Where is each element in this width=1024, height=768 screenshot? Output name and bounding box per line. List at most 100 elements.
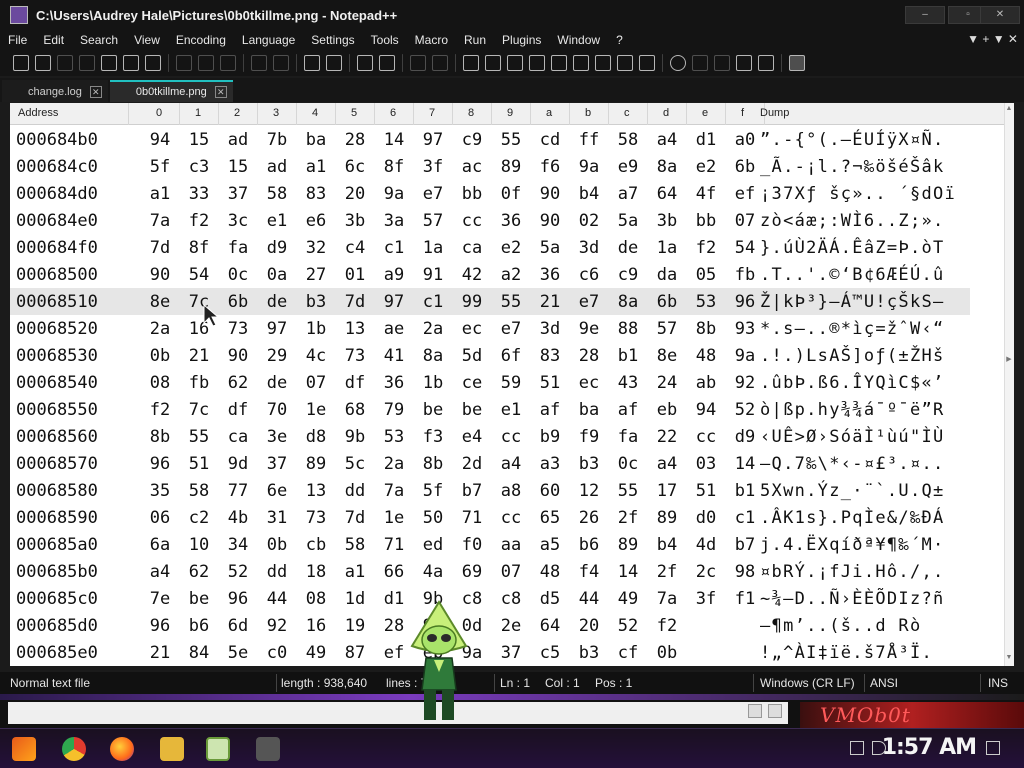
hex-row[interactable]: 00068590 06 c2 4b 31 73 7d 1e 50 71 cc 65 26 2f 89 d0 c1… <box>10 504 970 531</box>
hex-byte[interactable]: 37 <box>224 184 252 204</box>
hex-byte[interactable]: 5a <box>536 238 564 258</box>
hex-byte[interactable]: 3c <box>224 211 252 231</box>
row-dump-text[interactable]: ”.-{°(.—ÉUÍÿX¤Ñ. <box>760 130 945 150</box>
close-all-icon[interactable] <box>123 55 139 71</box>
hex-byte[interactable]: 5e <box>224 643 252 663</box>
hex-byte[interactable]: 36 <box>380 373 408 393</box>
hex-byte[interactable]: 73 <box>341 346 369 366</box>
hex-byte[interactable]: e2 <box>497 238 525 258</box>
hex-byte[interactable]: e7 <box>419 184 447 204</box>
hex-byte[interactable]: 55 <box>497 130 525 150</box>
save-all-icon[interactable] <box>79 55 95 71</box>
hex-byte[interactable]: be <box>419 400 447 420</box>
hex-byte[interactable]: 2f <box>614 508 642 528</box>
hex-byte[interactable]: 08 <box>302 589 330 609</box>
hex-byte[interactable]: 51 <box>185 454 213 474</box>
taskbar-clock[interactable]: 1:57 AM <box>882 735 977 760</box>
hex-byte[interactable]: 7b <box>263 130 291 150</box>
hex-byte[interactable]: 0a <box>263 265 291 285</box>
hex-byte[interactable]: 10 <box>185 535 213 555</box>
hex-byte[interactable]: 52 <box>731 400 759 420</box>
hex-byte[interactable]: 3d <box>575 238 603 258</box>
row-dump-text[interactable]: zò<áæ;:WÌ6..Z;». <box>760 211 945 231</box>
hex-byte[interactable]: a4 <box>653 454 681 474</box>
hex-byte[interactable]: 3b <box>341 211 369 231</box>
hex-byte[interactable]: 48 <box>692 346 720 366</box>
hex-byte[interactable]: 8f <box>380 157 408 177</box>
hex-byte[interactable]: 28 <box>341 130 369 150</box>
hex-byte[interactable]: 29 <box>263 346 291 366</box>
hex-byte[interactable]: b4 <box>575 184 603 204</box>
hex-byte[interactable]: de <box>263 373 291 393</box>
row-dump-text[interactable]: _Ã.-¡l.?¬‰öšéŠâk <box>760 157 945 177</box>
hex-byte[interactable]: 91 <box>419 265 447 285</box>
hex-byte[interactable]: b3 <box>575 643 603 663</box>
hex-byte[interactable]: fa <box>614 427 642 447</box>
play-multiple-macro-icon[interactable] <box>736 55 752 71</box>
hex-byte[interactable]: ed <box>419 535 447 555</box>
restore-window-icon[interactable] <box>768 704 782 718</box>
hex-byte[interactable]: 16 <box>302 616 330 636</box>
hex-byte[interactable]: ba <box>575 400 603 420</box>
hex-byte[interactable]: 54 <box>731 238 759 258</box>
hex-byte[interactable]: 6f <box>497 346 525 366</box>
row-dump-text[interactable]: 5Xwn.Ýz_·¨`.U.Q± <box>760 481 945 501</box>
sync-horizontal-icon[interactable] <box>432 55 448 71</box>
file-tab[interactable]: change.log ✕ <box>2 80 108 102</box>
hex-byte[interactable]: 0b <box>146 346 174 366</box>
hex-byte[interactable]: 58 <box>614 130 642 150</box>
stop-macro-icon[interactable] <box>692 55 708 71</box>
hex-byte[interactable]: 70 <box>263 400 291 420</box>
hex-byte[interactable]: 58 <box>185 481 213 501</box>
row-dump-text[interactable]: j.4.ËXqíðª¥¶‰´M· <box>760 535 945 555</box>
hex-byte[interactable]: 53 <box>380 427 408 447</box>
hex-byte[interactable]: b3 <box>302 292 330 312</box>
file-tab[interactable]: 0b0tkillme.png ✕ <box>109 80 233 102</box>
open-file-icon[interactable] <box>35 55 51 71</box>
hex-row[interactable]: 000685a0 6a 10 34 0b cb 58 71 ed f0 aa a5 b6 89 b4 4d b7… <box>10 531 970 558</box>
hex-byte[interactable]: 92 <box>731 373 759 393</box>
hex-row[interactable]: 000684c0 5f c3 15 ad a1 6c 8f 3f ac 89 f6 9a e9 8a e2 6b… <box>10 153 970 180</box>
row-dump-text[interactable]: ò|ßp.hy¾¾á¯º¯ë”R <box>760 400 945 420</box>
scroll-thumb-icon[interactable]: ▶ <box>1004 355 1014 365</box>
hex-byte[interactable]: 8a <box>419 346 447 366</box>
hex-byte[interactable]: 4a <box>419 562 447 582</box>
hex-byte[interactable]: 12 <box>575 481 603 501</box>
hex-byte[interactable]: cc <box>497 427 525 447</box>
hex-byte[interactable]: eb <box>653 400 681 420</box>
hex-byte[interactable]: 3b <box>653 211 681 231</box>
hex-byte[interactable]: 1d <box>341 589 369 609</box>
hex-byte[interactable]: 9e <box>575 319 603 339</box>
close-button[interactable]: ✕ <box>980 6 1020 24</box>
hex-byte[interactable]: 90 <box>536 184 564 204</box>
hex-byte[interactable]: ef <box>731 184 759 204</box>
hex-byte[interactable]: dd <box>341 481 369 501</box>
replace-icon[interactable] <box>326 55 342 71</box>
hex-byte[interactable]: fb <box>731 265 759 285</box>
hex-byte[interactable]: b9 <box>536 427 564 447</box>
hex-byte[interactable]: 2a <box>419 319 447 339</box>
menu-item-view[interactable]: View <box>126 33 168 47</box>
hex-byte[interactable]: 5a <box>614 211 642 231</box>
hex-byte[interactable]: b6 <box>575 535 603 555</box>
hex-byte[interactable]: f4 <box>575 562 603 582</box>
hex-byte[interactable]: 32 <box>302 238 330 258</box>
hex-row[interactable]: 000685e021845ec04987efeb9a37c5b3cf0b!„^À… <box>10 639 970 666</box>
hex-byte[interactable]: 7c <box>185 400 213 420</box>
hex-byte[interactable]: ad <box>263 157 291 177</box>
zoom-in-icon[interactable] <box>357 55 373 71</box>
hex-byte[interactable]: 37 <box>497 643 525 663</box>
hex-byte[interactable]: 1a <box>653 238 681 258</box>
hex-byte[interactable]: 55 <box>185 427 213 447</box>
hex-byte[interactable]: 60 <box>536 481 564 501</box>
indent-guide-icon[interactable] <box>507 55 523 71</box>
menu-item-file[interactable]: File <box>0 33 35 47</box>
hex-byte[interactable]: b7 <box>458 481 486 501</box>
hex-byte[interactable]: 6b <box>653 292 681 312</box>
status-encoding[interactable]: ANSI <box>870 676 898 690</box>
hex-byte[interactable]: 73 <box>302 508 330 528</box>
hex-byte[interactable]: 5c <box>341 454 369 474</box>
hex-byte[interactable]: b3 <box>575 454 603 474</box>
hex-byte[interactable]: a1 <box>341 562 369 582</box>
hex-byte[interactable]: c2 <box>185 508 213 528</box>
